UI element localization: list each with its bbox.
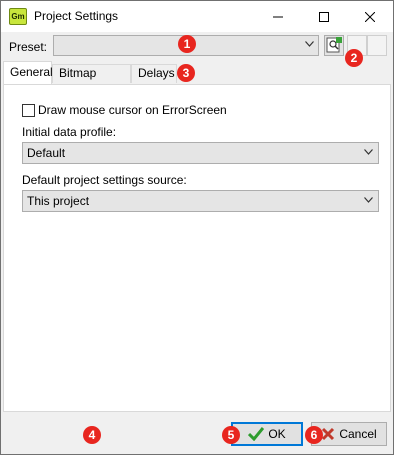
preset-label: Preset:	[9, 40, 48, 54]
edit-preset-button[interactable]	[324, 35, 344, 56]
draw-cursor-label: Draw mouse cursor on ErrorScreen	[38, 103, 227, 117]
preset-edit-icon	[326, 37, 342, 53]
callout-badge-2: 2	[345, 49, 363, 67]
app-logo-icon: Gm	[9, 8, 27, 25]
maximize-icon	[319, 11, 329, 22]
callout-badge-6: 6	[305, 426, 323, 444]
chevron-down-icon	[364, 149, 373, 155]
close-button[interactable]	[347, 1, 393, 32]
minimize-icon	[273, 16, 283, 17]
window-title: Project Settings	[34, 9, 119, 23]
callout-badge-1: 1	[178, 35, 196, 53]
minimize-button[interactable]	[255, 1, 301, 32]
draw-cursor-checkbox[interactable]	[22, 103, 35, 117]
chevron-down-icon	[364, 197, 373, 203]
dialog-button-bar: OK Cancel	[1, 412, 393, 454]
checkmark-icon	[248, 427, 265, 441]
data-profile-value: Default	[27, 146, 66, 160]
tab-general[interactable]: General	[3, 61, 53, 84]
cancel-x-icon	[322, 427, 335, 441]
callout-badge-5: 5	[222, 426, 240, 444]
preset-row: Preset:	[1, 32, 393, 60]
close-icon	[365, 11, 375, 22]
cancel-label: Cancel	[339, 427, 377, 441]
ok-label: OK	[268, 427, 286, 441]
tab-delays[interactable]: Delays	[131, 64, 177, 83]
project-settings-window: Gm Project Settings Preset: General Bitm…	[0, 0, 394, 455]
data-profile-dropdown[interactable]: Default	[22, 142, 379, 164]
tab-strip: General Bitmap Search Delays	[1, 60, 393, 97]
settings-source-value: This project	[27, 194, 90, 208]
settings-source-label: Default project settings source:	[22, 173, 187, 187]
title-bar: Gm Project Settings	[1, 1, 393, 32]
tab-bitmap-search[interactable]: Bitmap Search	[52, 64, 131, 97]
data-profile-label: Initial data profile:	[22, 125, 117, 139]
callout-badge-4: 4	[83, 426, 101, 444]
ok-button[interactable]: OK	[231, 422, 303, 446]
callout-badge-3: 3	[177, 64, 195, 82]
delete-preset-button[interactable]	[367, 35, 387, 56]
draw-cursor-checkbox-row[interactable]: Draw mouse cursor on ErrorScreen	[22, 102, 227, 118]
general-tab-panel: Draw mouse cursor on ErrorScreen Initial…	[3, 84, 391, 412]
chevron-down-icon	[305, 41, 314, 47]
settings-source-dropdown[interactable]: This project	[22, 190, 379, 212]
maximize-button[interactable]	[301, 1, 347, 32]
